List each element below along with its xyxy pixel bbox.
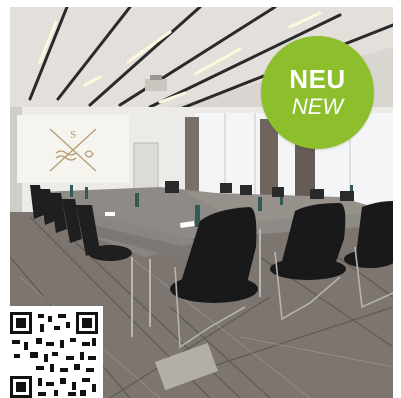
qr-code-icon xyxy=(10,312,98,398)
new-badge: NEU NEW xyxy=(261,36,374,149)
qr-code xyxy=(0,306,103,398)
badge-main-text: NEU xyxy=(289,63,346,94)
badge-sub-text: NEW xyxy=(291,93,344,119)
promo-image: S NEU NEW xyxy=(0,0,401,398)
svg-text:S: S xyxy=(70,129,76,141)
logo-letter-s: S xyxy=(70,129,76,141)
